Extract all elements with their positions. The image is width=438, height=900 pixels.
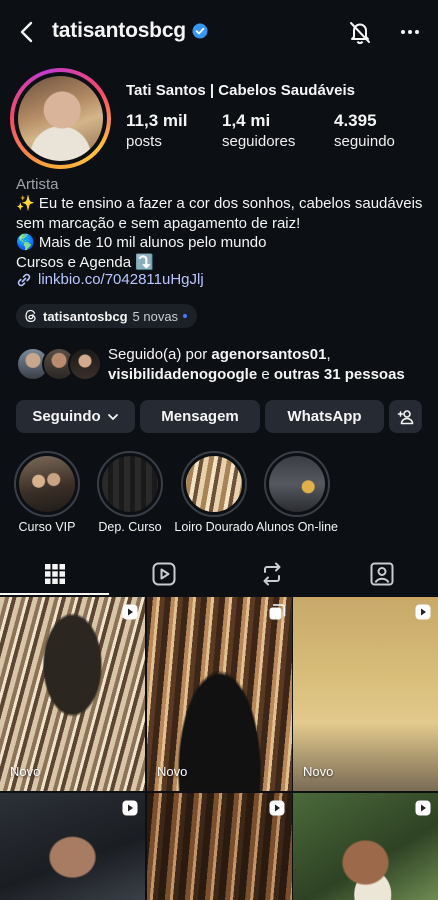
message-button[interactable]: Mensagem	[140, 400, 260, 433]
username-text: tatisantosbcg	[52, 19, 186, 42]
new-post-label: Novo	[157, 764, 188, 779]
profile-category: Artista	[16, 176, 59, 193]
bio-link-text: linkbio.co/7042811uHgJlj	[38, 271, 204, 288]
profile-username-title: tatisantosbcg	[52, 19, 208, 43]
grid-post[interactable]: Novo	[147, 597, 292, 791]
grid-post[interactable]	[147, 793, 292, 900]
mutual-user-2[interactable]: visibilidadenogoogle	[108, 366, 257, 383]
highlight-loiro-dourado[interactable]: Loiro Dourado	[174, 451, 254, 534]
mutual-avatar	[68, 347, 102, 381]
stat-label: seguindo	[334, 133, 395, 150]
stat-following[interactable]: 4.395 seguindo	[334, 111, 395, 150]
followed-by-separator: ,	[326, 346, 331, 363]
highlight-alunos-online[interactable]: Alunos On-line	[256, 451, 338, 534]
tagged-icon[interactable]	[368, 560, 396, 588]
reel-icon	[122, 800, 138, 816]
followed-by-and: e	[257, 365, 274, 383]
grid-icon[interactable]	[41, 560, 69, 588]
highlight-cover	[186, 456, 242, 512]
grid-post[interactable]: Novo	[293, 597, 438, 791]
display-name: Tati Santos | Cabelos Saudáveis	[126, 82, 355, 99]
stat-label: seguidores	[222, 133, 296, 150]
threads-icon	[25, 309, 36, 323]
threads-badge[interactable]: tatisantosbcg 5 novas	[16, 304, 198, 328]
followed-by-text[interactable]: Seguido(a) por agenorsantos01, visibilid…	[108, 345, 428, 384]
stat-value: 4.395	[334, 111, 377, 130]
highlight-ring	[264, 451, 330, 517]
new-post-label: Novo	[10, 764, 41, 779]
highlight-ring	[14, 451, 80, 517]
reel-icon	[415, 800, 431, 816]
more-icon[interactable]	[396, 18, 424, 46]
bio-line: Cursos e Agenda ⤵️	[16, 253, 154, 271]
highlight-label: Alunos On-line	[256, 520, 338, 534]
message-button-label: Mensagem	[161, 408, 239, 425]
highlight-label: Curso VIP	[18, 520, 76, 534]
highlight-cover	[269, 456, 325, 512]
story-ring[interactable]	[10, 68, 111, 169]
highlight-curso-vip[interactable]: Curso VIP	[14, 451, 80, 534]
link-icon	[17, 273, 31, 286]
suggested-users-button[interactable]	[389, 400, 422, 433]
grid-post[interactable]	[0, 793, 145, 900]
carousel-icon	[269, 604, 286, 620]
stat-posts[interactable]: 11,3 mil posts	[126, 111, 187, 150]
add-person-icon	[397, 409, 413, 424]
new-post-label: Novo	[303, 764, 334, 779]
stat-label: posts	[126, 133, 162, 150]
reel-icon	[269, 800, 285, 816]
reposts-icon[interactable]	[258, 560, 286, 588]
mutual-user-1[interactable]: agenorsantos01	[211, 346, 326, 363]
reel-icon	[415, 604, 431, 620]
stat-value: 11,3 mil	[126, 111, 188, 130]
threads-username: tatisantosbcg	[43, 308, 128, 324]
bio-link[interactable]: linkbio.co/7042811uHgJlj	[16, 271, 204, 288]
highlight-cover	[102, 456, 158, 512]
highlight-dep-curso[interactable]: Dep. Curso	[97, 451, 163, 534]
reels-icon[interactable]	[150, 560, 178, 588]
profile-avatar[interactable]	[18, 76, 103, 161]
mutual-followers-avatars[interactable]	[16, 347, 102, 381]
bio: ✨ Eu te ensino a fazer a cor dos sonhos,…	[16, 194, 426, 272]
highlight-ring	[181, 451, 247, 517]
highlight-label: Dep. Curso	[98, 520, 162, 534]
grid-post[interactable]	[293, 793, 438, 900]
whatsapp-button[interactable]: WhatsApp	[265, 400, 384, 433]
highlight-ring	[97, 451, 163, 517]
highlight-cover	[19, 456, 75, 512]
grid-post[interactable]: Novo	[0, 597, 145, 791]
stat-value: 1,4 mi	[222, 111, 271, 130]
following-button-label: Seguindo	[32, 408, 101, 425]
threads-new-count: 5 novas	[132, 308, 179, 324]
verified-icon	[192, 23, 208, 39]
back-icon[interactable]	[14, 18, 42, 46]
followed-by-prefix: Seguido(a) por	[108, 346, 212, 363]
reel-icon	[122, 604, 138, 620]
mutual-others[interactable]: outras 31 pessoas	[274, 366, 405, 383]
unread-dot	[183, 314, 188, 318]
highlight-label: Loiro Dourado	[174, 520, 254, 534]
following-button[interactable]: Seguindo	[16, 400, 135, 433]
top-bar: tatisantosbcg	[0, 0, 438, 64]
active-tab-indicator	[0, 593, 109, 595]
bio-line: ✨ Eu te ensino a fazer a cor dos sonhos,…	[16, 195, 423, 232]
chevron-down-icon	[107, 413, 118, 420]
whatsapp-button-label: WhatsApp	[287, 408, 362, 425]
stat-followers[interactable]: 1,4 mi seguidores	[222, 111, 295, 150]
bio-line: 🌎 Mais de 10 mil alunos pelo mundo	[16, 234, 267, 251]
notifications-off-icon[interactable]	[346, 18, 374, 46]
